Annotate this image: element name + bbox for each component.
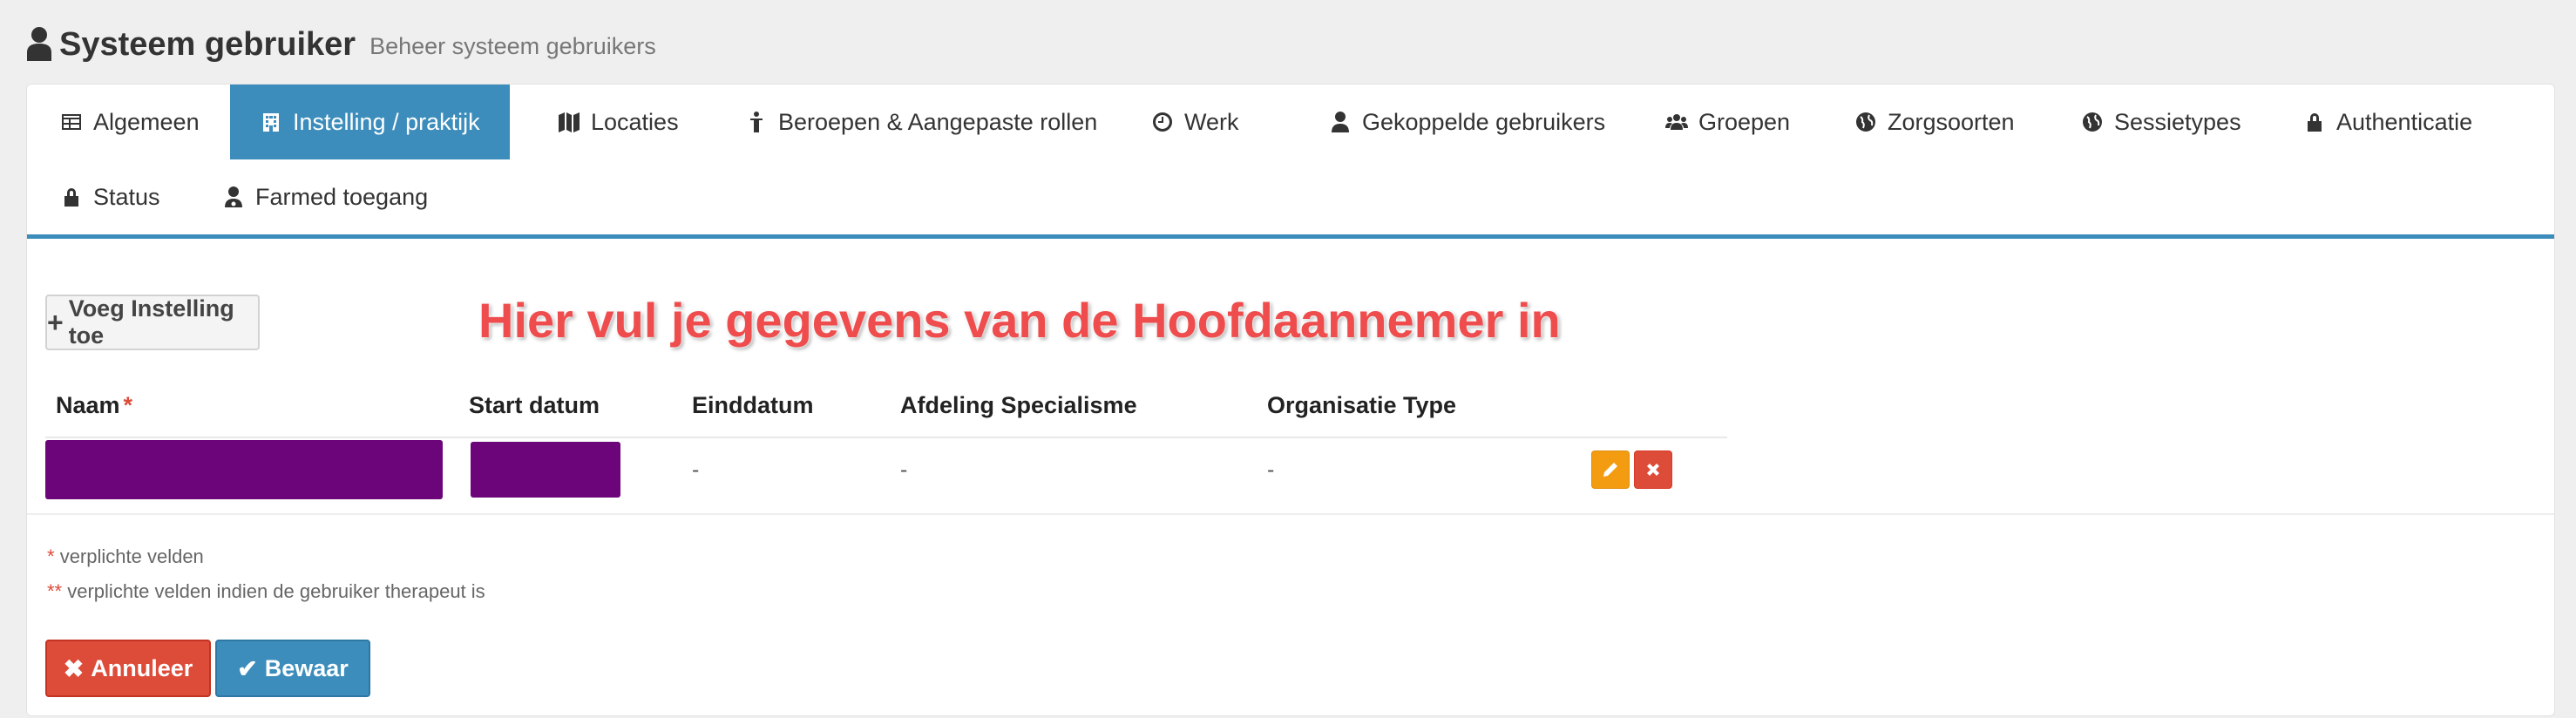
check-icon: ✔ — [237, 654, 258, 682]
tab-beroepen[interactable]: Beroepen & Aangepaste rollen — [745, 85, 1097, 159]
cancel-button[interactable]: ✖ Annuleer — [45, 640, 211, 697]
column-header-start-datum: Start datum — [469, 392, 600, 418]
close-icon: ✖ — [63, 654, 85, 682]
save-label: Bewaar — [264, 654, 349, 681]
column-header-einddatum: Einddatum — [692, 392, 814, 418]
tab-label: Werk — [1184, 108, 1239, 135]
note-text: verplichte velden — [59, 545, 204, 567]
user-panel: Algemeen Instelling / praktijk Locaties … — [26, 84, 2555, 716]
tab-label: Groepen — [1698, 108, 1791, 135]
page-subtitle: Beheer systeem gebruikers — [369, 33, 656, 59]
tab-label: Beroepen & Aangepaste rollen — [778, 108, 1098, 135]
lock-icon — [2303, 111, 2326, 133]
note-text: verplichte velden indien de gebruiker th… — [67, 580, 485, 602]
cell-afdeling: - — [900, 457, 908, 482]
tab-instelling-praktijk[interactable]: Instelling / praktijk — [230, 85, 510, 159]
tab-authenticatie[interactable]: Authenticatie — [2303, 85, 2472, 159]
required-marker: * — [123, 392, 133, 418]
page: Systeem gebruiker Beheer systeem gebruik… — [0, 0, 2576, 718]
tab-underline — [27, 234, 2554, 239]
annotation-text: Hier vul je gegevens van de Hoofdaanneme… — [478, 293, 1561, 348]
map-icon — [558, 111, 580, 133]
cell-einddatum: - — [692, 457, 700, 482]
user-icon — [1329, 111, 1352, 133]
tab-sessietypes[interactable]: Sessietypes — [2081, 85, 2241, 159]
tab-label: Sessietypes — [2114, 108, 2241, 135]
user-md-icon — [222, 186, 245, 208]
pencil-icon — [1603, 463, 1617, 477]
globe-icon — [2081, 111, 2104, 133]
tab-groepen[interactable]: Groepen — [1665, 85, 1790, 159]
required-notes: * verplichte velden ** verplichte velden… — [47, 539, 485, 609]
lock-icon — [60, 186, 83, 208]
tab-label: Locaties — [591, 108, 679, 135]
column-label: Naam — [56, 392, 120, 418]
required-marker: ** — [47, 580, 63, 602]
column-header-organisatie-type: Organisatie Type — [1267, 392, 1457, 418]
table-header-divider — [45, 437, 1727, 438]
tab-werk[interactable]: Werk — [1151, 85, 1239, 159]
tab-label: Status — [93, 183, 160, 210]
column-header-naam: Naam * — [56, 379, 132, 431]
cancel-label: Annuleer — [91, 654, 193, 681]
column-header-afdeling: Afdeling Specialisme — [900, 392, 1137, 418]
tab-label: Farmed toegang — [255, 183, 429, 210]
tab-label: Instelling / praktijk — [293, 108, 480, 135]
redacted-naam — [45, 440, 443, 499]
cell-organisatie-type: - — [1267, 457, 1275, 482]
tab-status[interactable]: Status — [60, 159, 160, 234]
page-header: Systeem gebruiker Beheer systeem gebruik… — [26, 23, 656, 66]
required-marker: * — [47, 545, 55, 567]
tab-label: Algemeen — [93, 108, 200, 135]
tab-farmed-toegang[interactable]: Farmed toegang — [222, 159, 428, 234]
close-icon — [1647, 464, 1659, 476]
tab-zorgsoorten[interactable]: Zorgsoorten — [1854, 85, 2015, 159]
save-button[interactable]: ✔ Bewaar — [215, 640, 370, 697]
tab-label: Gekoppelde gebruikers — [1362, 108, 1606, 135]
table-row-divider — [27, 513, 2554, 515]
tab-bar: Algemeen Instelling / praktijk Locaties … — [27, 85, 2554, 239]
hospital-icon — [260, 111, 282, 133]
redacted-start-datum — [471, 442, 620, 498]
plus-icon: + — [47, 306, 64, 338]
page-title: Systeem gebruiker — [59, 26, 356, 63]
users-icon — [1665, 111, 1688, 133]
user-icon — [27, 27, 51, 61]
tab-algemeen[interactable]: Algemeen — [60, 85, 200, 159]
note-required-therapeut: ** verplichte velden indien de gebruiker… — [47, 574, 485, 609]
note-required: * verplichte velden — [47, 539, 485, 574]
tab-label: Authenticatie — [2336, 108, 2473, 135]
add-button-label: Voeg Instelling toe — [68, 295, 234, 349]
delete-button[interactable] — [1634, 450, 1672, 489]
clock-icon — [1151, 111, 1174, 133]
person-icon — [745, 111, 768, 133]
edit-button[interactable] — [1591, 450, 1630, 489]
add-instelling-button[interactable]: + Voeg Instelling toe — [45, 295, 260, 350]
tab-locaties[interactable]: Locaties — [558, 85, 679, 159]
tab-gekoppelde-gebruikers[interactable]: Gekoppelde gebruikers — [1329, 85, 1605, 159]
table-icon — [60, 111, 83, 133]
globe-icon — [1854, 111, 1877, 133]
tab-label: Zorgsoorten — [1888, 108, 2015, 135]
